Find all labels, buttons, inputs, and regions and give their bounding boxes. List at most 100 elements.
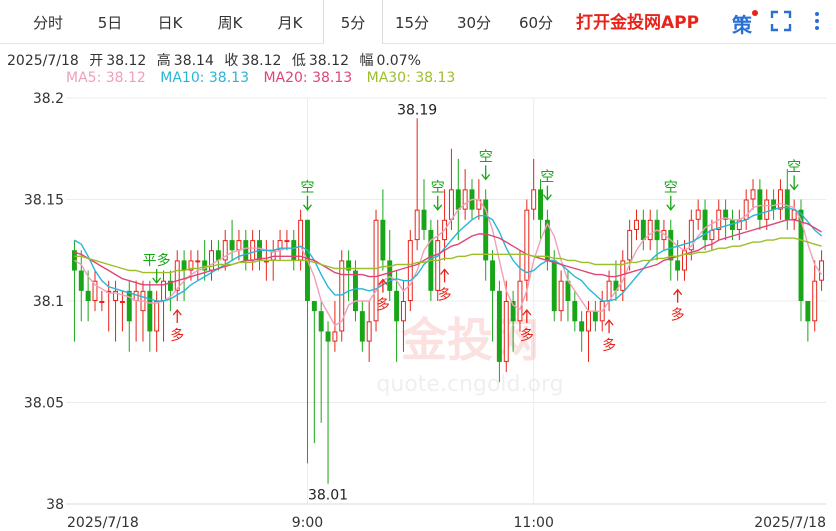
candle-body [332,331,338,342]
candle [92,270,98,312]
candle-body [791,209,797,220]
candle-body [78,270,84,291]
candle-body [592,311,598,322]
candle-body [805,301,811,322]
sell-signal-label: 空 [479,149,493,165]
open-app-link[interactable]: 打开金投网APP [576,0,699,44]
candle [736,209,742,241]
pingduo-signal-label: 平多 [143,252,171,269]
candlestick-chart[interactable]: 38.238.1538.138.05382025/7/18 9:00 11:00 20… [0,88,836,531]
candle-body [606,280,612,301]
candle [311,301,317,444]
candle [743,189,749,230]
candle-body [435,240,441,291]
strategy-icon[interactable]: 策 [732,9,752,38]
candle-body [462,189,468,210]
tab-7[interactable]: 30分 [448,0,500,43]
tab-4[interactable]: 月K [264,0,316,43]
ma-legend: MA5: 38.12 MA10: 38.13 MA20: 38.13 MA30:… [66,70,465,86]
candle [366,301,372,362]
candle-body [538,189,544,220]
candle [229,219,235,261]
info-close-label: 收 [224,53,239,69]
tab-6[interactable]: 15分 [386,0,438,43]
candle [119,290,125,332]
candle [750,179,756,210]
y-tick-label: 38 [46,497,64,513]
candle [140,280,146,342]
candle [805,301,811,342]
sell-signal-label: 空 [664,180,678,196]
ma20-legend: MA20: 38.13 [263,70,353,86]
candle-body [764,199,770,220]
candle-body [387,260,393,291]
tab-0[interactable]: 分时 [22,0,74,43]
candle-body [400,301,406,322]
candle-body [675,260,681,271]
candle-body [709,229,715,241]
candle [202,240,208,281]
candle-body [380,219,386,261]
fullscreen-icon[interactable] [770,10,792,32]
candle [339,250,345,342]
candle [359,301,365,352]
ma20-line [74,219,822,286]
tab-5[interactable]: 5分 [323,0,383,44]
candle [558,270,564,322]
info-open-label: 开 [89,53,104,69]
candle-body [586,311,591,332]
candle-body [490,260,496,291]
sell-signal-label: 空 [540,170,554,186]
candle-body [579,321,585,332]
candle-body [229,240,235,251]
candle-body [298,219,304,261]
buy-signal-label: 多 [170,327,184,344]
candle [702,199,708,251]
candle [298,209,304,271]
candle [195,250,201,281]
ma10-legend: MA10: 38.13 [160,70,249,86]
candle-body [243,240,249,261]
candle-body [777,189,783,210]
info-open: 38.12 [106,53,147,69]
candle [380,189,386,271]
x-tick-label: 2025/7/18 [754,515,826,531]
sell-signal-label: 空 [300,180,314,196]
tab-1[interactable]: 5日 [84,0,136,43]
candle [147,280,153,352]
candle-body [154,301,160,332]
candle-body [647,219,653,241]
candle [613,260,619,301]
candle [209,240,214,281]
candle-body [236,240,242,251]
tab-3[interactable]: 周K [204,0,256,43]
candle-body [558,280,564,312]
x-tick-label: 2025/7/18 [67,515,139,531]
candle [126,280,132,352]
candle-body [503,301,509,362]
candle-body [325,331,331,342]
candle [517,250,523,332]
candle-body [551,260,557,312]
buy-signal-label: 多 [520,327,534,344]
watermark: 金投网quote.cngold.org [376,313,563,397]
watermark-url: quote.cngold.org [376,372,563,397]
candle-body [531,189,537,210]
candle [634,209,639,241]
candle [579,311,585,352]
ma5-legend: MA5: 38.12 [66,70,146,86]
candle [668,219,674,281]
y-tick-label: 38.05 [24,396,64,412]
candle-body [750,189,756,200]
candle [462,169,468,220]
more-vertical-icon[interactable] [808,10,826,32]
tab-8[interactable]: 60分 [510,0,562,43]
buy-signal-label: 多 [438,286,452,303]
info-date: 2025/7/18 [7,53,79,69]
candle-body [99,301,105,303]
candle [407,229,413,312]
candle-body [174,260,180,291]
tab-2[interactable]: 日K [144,0,196,43]
candle [161,270,167,342]
candle [565,270,571,322]
